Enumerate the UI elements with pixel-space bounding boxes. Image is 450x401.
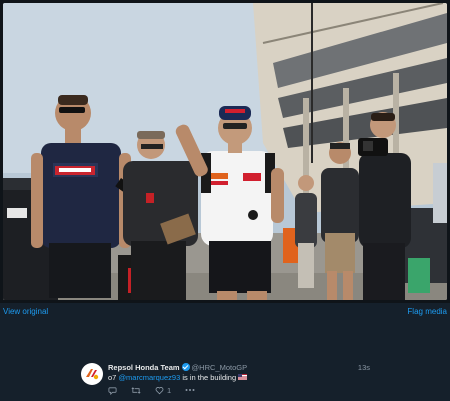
tweet-actions: 1: [108, 385, 209, 395]
tweet-header: Repsol Honda Team @HRC_MotoGP: [108, 363, 247, 373]
tweet-text: o7 @marcmarquez93 is in the building: [108, 373, 248, 383]
view-original-link[interactable]: View original: [3, 307, 48, 316]
like-count: 1: [167, 385, 172, 395]
media-links-row: View original Flag media: [0, 305, 450, 321]
mention-link[interactable]: @marcmarquez93: [118, 373, 180, 382]
more-options-button[interactable]: [185, 388, 195, 392]
tweet[interactable]: Repsol Honda Team @HRC_MotoGP 13s o7 @mar…: [0, 355, 450, 401]
media-frame: [0, 0, 450, 303]
retweet-icon: [131, 386, 141, 394]
author-name[interactable]: Repsol Honda Team: [108, 363, 180, 372]
author-handle[interactable]: @HRC_MotoGP: [192, 363, 248, 372]
flag-media-link[interactable]: Flag media: [407, 307, 447, 316]
like-button[interactable]: 1: [155, 386, 171, 395]
verified-badge-icon: [181, 363, 190, 371]
us-flag-emoji-icon: [238, 374, 248, 380]
paddock-scene-image: [3, 3, 447, 300]
tweet-timestamp[interactable]: 13s: [358, 363, 370, 372]
tweet-photo[interactable]: [3, 3, 447, 300]
more-dots-icon: [185, 389, 195, 391]
reply-button[interactable]: [108, 386, 117, 395]
avatar[interactable]: [81, 363, 103, 385]
tweet-text-suffix: is in the building: [180, 373, 237, 382]
tweet-text-prefix: o7: [108, 373, 119, 382]
retweet-button[interactable]: [131, 386, 141, 395]
heart-icon: [155, 386, 164, 394]
repsol-honda-logo-icon: [86, 369, 99, 380]
reply-icon: [108, 386, 117, 395]
